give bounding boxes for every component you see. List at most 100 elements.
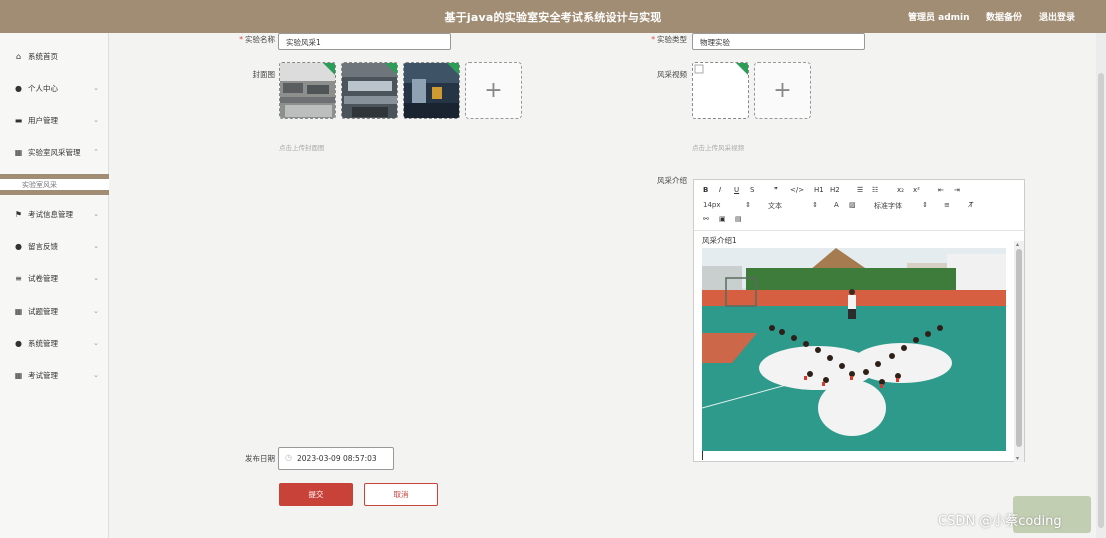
scroll-up-icon[interactable]: ▴ (1016, 241, 1019, 248)
grid-icon: ▦ (14, 370, 23, 380)
data-backup-link[interactable]: 数据备份 (986, 10, 1022, 23)
code-tool[interactable]: </> (790, 186, 804, 194)
sidebar-item-1[interactable]: ● 个人中心 ⌄ (0, 73, 109, 103)
sidebar-item-label: 试卷管理 (28, 273, 58, 283)
chevron-icon: ⌃ (93, 148, 99, 156)
caret (702, 451, 703, 460)
rich-text-editor[interactable]: 14px⇕ 文本⇕ 标准字体⇕ 风采介绍1 I (693, 179, 1026, 462)
chevron-icon: ⌄ (93, 274, 99, 282)
cover-upload-button[interactable]: + (465, 62, 522, 119)
editor-scrollbar[interactable]: ▴ ▾ (1014, 241, 1024, 462)
page-scrollbar[interactable] (1096, 33, 1106, 538)
link-tool[interactable]: ⚯ (703, 215, 709, 223)
grid-icon: ▦ (14, 147, 23, 157)
sidebar-item-7[interactable]: ▦ 试题管理 ⌄ (0, 296, 109, 326)
admin-label[interactable]: 管理员 admin (908, 10, 970, 23)
type-label: * 实验类型 (651, 35, 687, 44)
sidebar-item-3[interactable]: ▦ 实验室风采管理 ⌃ (0, 137, 109, 167)
underline-tool[interactable]: U (734, 186, 739, 194)
watermark-text: CSDN @小蔡coding (938, 514, 1062, 529)
font-family-select[interactable]: 标准字体 ⇕ (874, 201, 928, 211)
lab-photo-icon (342, 63, 397, 118)
ordered-list-tool[interactable]: ☰ (857, 186, 863, 194)
cover-image-3[interactable] (403, 62, 460, 119)
sidebar-item-0[interactable]: ⌂ 系统首页 (0, 41, 109, 71)
cover-image-2[interactable] (341, 62, 398, 119)
sidebar-item-2[interactable]: ▬ 用户管理 ⌄ (0, 105, 109, 135)
cancel-button[interactable]: 取消 (364, 483, 438, 506)
chevron-icon: ⌄ (93, 242, 99, 250)
flag-icon: ⚑ (14, 209, 23, 219)
toolbar-divider (694, 230, 1026, 231)
chevron-icon: ⌄ (93, 371, 99, 379)
text-type-select[interactable]: 文本 ⇕ (768, 201, 818, 211)
publish-date-input[interactable]: ◷ 2023-03-09 08:57:03 (278, 447, 394, 470)
sidebar-item-label: 个人中心 (28, 83, 58, 93)
sidebar-item-5[interactable]: ● 留言反馈 ⌄ (0, 231, 109, 261)
pin-icon: ● (15, 241, 22, 251)
indent-tool[interactable]: ⇥ (954, 186, 960, 194)
sidebar-item-label: 系统管理 (28, 338, 58, 348)
italic-tool[interactable]: I (719, 186, 721, 194)
bullet-list-tool[interactable]: ☷ (872, 186, 878, 194)
chevron-icon: ⌄ (93, 339, 99, 347)
background-color-tool[interactable]: ▨ (849, 201, 856, 209)
sidebar-item-6[interactable]: ≡ 试卷管理 ⌄ (0, 263, 109, 293)
cover-image-1[interactable] (279, 62, 336, 119)
h1-tool[interactable]: H1 (814, 186, 824, 194)
sidebar: 实验室风采 ⌂ 系统首页 ● 个人中心 ⌄ ▬ 用户管理 ⌄ ▦ 实验室风采管理 ⌃ ⚑ 考试信息管理 ⌄… (0, 33, 109, 538)
user-icon: ● (15, 338, 22, 348)
editor-scroll-thumb[interactable] (1016, 249, 1022, 447)
h2-tool[interactable]: H2 (830, 186, 840, 194)
submit-button[interactable]: 提交 (279, 483, 353, 506)
broken-image-icon (694, 63, 748, 75)
sidebar-item-label: 用户管理 (28, 115, 58, 125)
page-scroll-thumb[interactable] (1098, 73, 1104, 528)
image-tool[interactable]: ▣ (719, 215, 726, 223)
monitor-icon: ▬ (14, 115, 23, 125)
sidebar-item-8[interactable]: ● 系统管理 ⌄ (0, 328, 109, 358)
sidebar-subitem-lab-showcase[interactable]: 实验室风采 (0, 174, 109, 195)
date-label: 发布日期 (245, 454, 275, 463)
video-tool[interactable]: ▤ (735, 215, 742, 223)
experiment-type-select[interactable]: 物理实验 (692, 33, 865, 50)
quote-tool[interactable]: ❞ (774, 186, 778, 194)
cover-upload-hint: 点击上传封面图 (279, 144, 325, 152)
scroll-down-icon[interactable]: ▾ (1016, 455, 1019, 462)
sidebar-item-label: 留言反馈 (28, 241, 58, 251)
video-label: 风采视频 (657, 70, 687, 79)
outdent-tool[interactable]: ⇤ (938, 186, 944, 194)
chevron-icon: ⌄ (93, 84, 99, 92)
editor-content-text: 风采介绍1 (702, 236, 737, 245)
clear-format-tool[interactable]: T̸ (969, 201, 973, 209)
students-group-photo-icon (702, 248, 1006, 451)
chevron-icon: ⌄ (93, 210, 99, 218)
strike-tool[interactable]: S (750, 186, 754, 194)
logout-link[interactable]: 退出登录 (1039, 10, 1075, 23)
chevron-icon: ⌄ (93, 307, 99, 315)
subscript-tool[interactable]: x₂ (897, 186, 904, 194)
experiment-name-input[interactable]: 实验风采1 (278, 33, 451, 50)
intro-label: 风采介绍 (657, 176, 687, 185)
bold-tool[interactable]: B (703, 186, 708, 194)
font-size-select[interactable]: 14px ⇕ (703, 201, 751, 209)
chevron-icon: ⌄ (93, 116, 99, 124)
cover-label: 封面图 (252, 70, 276, 79)
sidebar-item-9[interactable]: ▦ 考试管理 ⌄ (0, 360, 109, 390)
sidebar-item-4[interactable]: ⚑ 考试信息管理 ⌄ (0, 199, 109, 229)
clock-icon: ◷ (285, 453, 292, 462)
sidebar-item-label: 试题管理 (28, 306, 58, 316)
editor-content-image[interactable] (702, 248, 1006, 451)
user-icon: ● (15, 83, 22, 93)
video-upload-button[interactable]: + (754, 62, 811, 119)
sidebar-item-label: 考试管理 (28, 370, 58, 380)
name-label: * 实验名称 (239, 35, 275, 44)
sidebar-item-label: 考试信息管理 (28, 209, 73, 219)
video-thumbnail[interactable] (692, 62, 749, 119)
top-bar: 基于java的实验室安全考试系统设计与实现 管理员 admin 数据备份 退出登… (0, 0, 1106, 33)
align-tool[interactable]: ≡ (944, 201, 950, 209)
home-icon: ⌂ (15, 51, 22, 61)
font-color-tool[interactable]: A (834, 201, 839, 209)
sidebar-item-label: 系统首页 (28, 51, 58, 61)
superscript-tool[interactable]: x² (913, 186, 920, 194)
